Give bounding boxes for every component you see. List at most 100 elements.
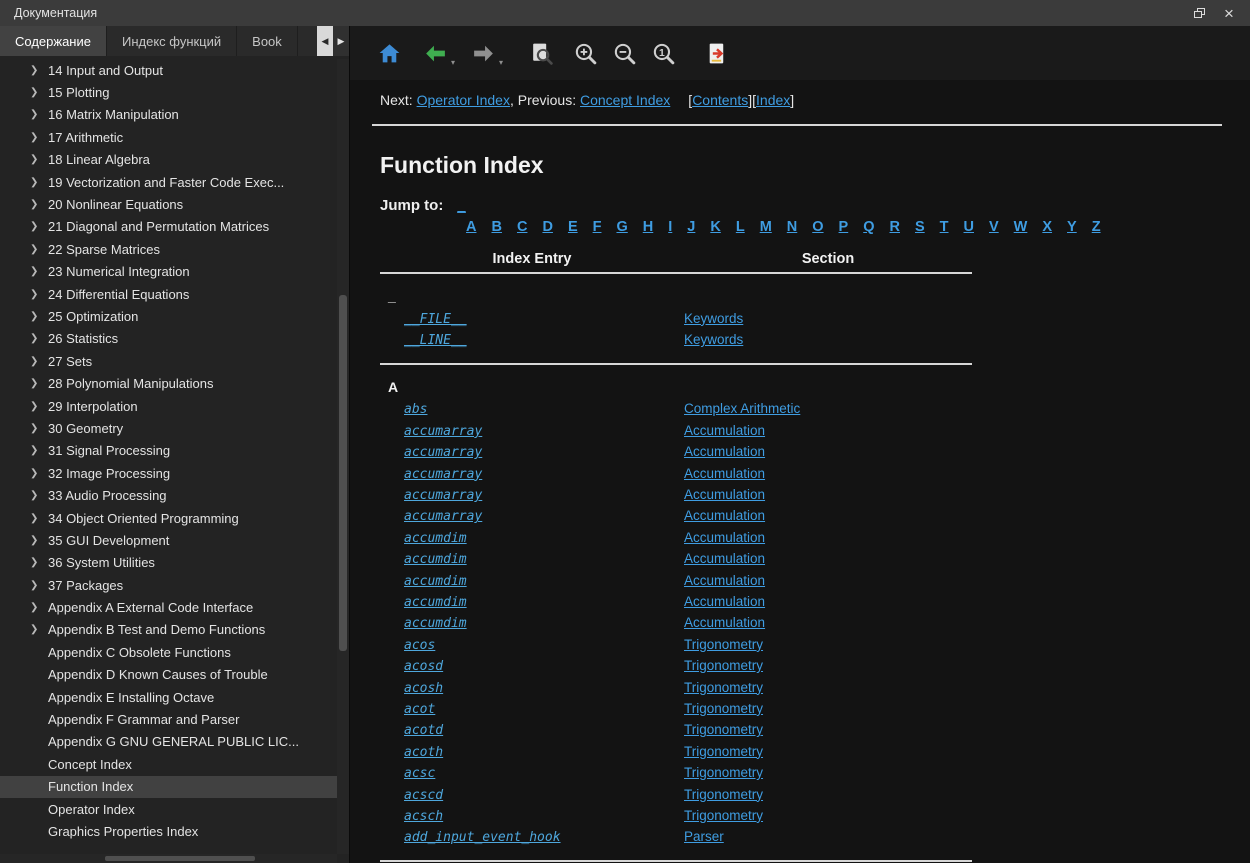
chevron-right-icon[interactable]: ❯ bbox=[30, 311, 48, 322]
function-link[interactable]: accumarray bbox=[404, 509, 482, 524]
forward-button[interactable]: ▾ bbox=[468, 38, 498, 68]
chevron-right-icon[interactable]: ❯ bbox=[30, 109, 48, 120]
section-link[interactable]: Trigonometry bbox=[684, 722, 763, 737]
sidebar-item[interactable]: ❯33 Audio Processing bbox=[0, 484, 338, 506]
sidebar-vertical-scrollbar[interactable] bbox=[337, 59, 349, 854]
sidebar-item[interactable]: ❯26 Statistics bbox=[0, 328, 338, 350]
jump-letter-link[interactable]: G bbox=[616, 219, 627, 235]
chevron-right-icon[interactable]: ❯ bbox=[30, 423, 48, 434]
section-link[interactable]: Accumulation bbox=[684, 487, 765, 502]
section-link[interactable]: Accumulation bbox=[684, 551, 765, 566]
function-link[interactable]: __FILE__ bbox=[404, 312, 467, 327]
previous-link[interactable]: Concept Index bbox=[580, 92, 670, 108]
jump-letter-link[interactable]: U bbox=[964, 219, 974, 235]
jump-letter-link[interactable]: O bbox=[812, 219, 823, 235]
chevron-right-icon[interactable]: ❯ bbox=[30, 221, 48, 232]
sidebar-item[interactable]: ❯23 Numerical Integration bbox=[0, 261, 338, 283]
jump-letter-link[interactable]: Q bbox=[863, 219, 874, 235]
section-link[interactable]: Accumulation bbox=[684, 530, 765, 545]
section-link[interactable]: Trigonometry bbox=[684, 808, 763, 823]
jump-letter-link[interactable]: D bbox=[542, 219, 552, 235]
tab-contents[interactable]: Содержание bbox=[0, 26, 107, 56]
chevron-right-icon[interactable]: ❯ bbox=[30, 87, 48, 98]
section-link[interactable]: Trigonometry bbox=[684, 637, 763, 652]
sidebar-item[interactable]: ❯14 Input and Output bbox=[0, 59, 338, 81]
sidebar-item[interactable]: Appendix F Grammar and Parser bbox=[0, 708, 338, 730]
sidebar-item[interactable]: ❯20 Nonlinear Equations bbox=[0, 193, 338, 215]
section-link[interactable]: Trigonometry bbox=[684, 658, 763, 673]
sidebar-item[interactable]: Operator Index bbox=[0, 798, 338, 820]
sidebar-item[interactable]: Appendix C Obsolete Functions bbox=[0, 641, 338, 663]
chevron-right-icon[interactable]: ❯ bbox=[30, 624, 48, 635]
function-link[interactable]: accumarray bbox=[404, 488, 482, 503]
section-link[interactable]: Trigonometry bbox=[684, 680, 763, 695]
jump-letter-link[interactable]: S bbox=[915, 219, 925, 235]
section-link[interactable]: Complex Arithmetic bbox=[684, 401, 800, 416]
jump-letter-link[interactable]: T bbox=[940, 219, 949, 235]
chevron-right-icon[interactable]: ❯ bbox=[30, 65, 48, 76]
function-link[interactable]: acoth bbox=[404, 745, 443, 760]
section-link[interactable]: Keywords bbox=[684, 311, 743, 326]
function-link[interactable]: acos bbox=[404, 638, 435, 653]
function-link[interactable]: abs bbox=[404, 402, 427, 417]
chevron-right-icon[interactable]: ❯ bbox=[30, 132, 48, 143]
home-button[interactable] bbox=[374, 38, 404, 68]
sidebar-item[interactable]: ❯24 Differential Equations bbox=[0, 283, 338, 305]
chevron-right-icon[interactable]: ❯ bbox=[30, 378, 48, 389]
chevron-right-icon[interactable]: ❯ bbox=[30, 356, 48, 367]
tab-function-index[interactable]: Индекс функций bbox=[107, 26, 237, 56]
function-link[interactable]: acosd bbox=[404, 659, 443, 674]
index-link[interactable]: Index bbox=[756, 92, 790, 108]
section-link[interactable]: Trigonometry bbox=[684, 787, 763, 802]
section-link[interactable]: Accumulation bbox=[684, 594, 765, 609]
jump-letter-link[interactable]: Y bbox=[1067, 219, 1077, 235]
sidebar-item[interactable]: ❯29 Interpolation bbox=[0, 395, 338, 417]
sidebar-item[interactable]: ❯17 Arithmetic bbox=[0, 126, 338, 148]
jump-letter-link[interactable]: V bbox=[989, 219, 999, 235]
function-link[interactable]: acscd bbox=[404, 788, 443, 803]
jump-letter-link[interactable]: C bbox=[517, 219, 527, 235]
tab-bookmarks[interactable]: Book bbox=[237, 26, 298, 56]
function-link[interactable]: accumdim bbox=[404, 552, 467, 567]
section-link[interactable]: Trigonometry bbox=[684, 765, 763, 780]
function-link[interactable]: accumarray bbox=[404, 445, 482, 460]
sidebar-item[interactable]: Appendix D Known Causes of Trouble bbox=[0, 664, 338, 686]
sidebar-item[interactable]: ❯36 System Utilities bbox=[0, 552, 338, 574]
sidebar-item[interactable]: ❯25 Optimization bbox=[0, 305, 338, 327]
zoom-in-button[interactable] bbox=[570, 38, 600, 68]
chevron-right-icon[interactable]: ❯ bbox=[30, 535, 48, 546]
vertical-scroll-thumb[interactable] bbox=[339, 295, 347, 651]
sidebar-item[interactable]: ❯Appendix B Test and Demo Functions bbox=[0, 619, 338, 641]
sidebar-item[interactable]: ❯19 Vectorization and Faster Code Exec..… bbox=[0, 171, 338, 193]
chevron-right-icon[interactable]: ❯ bbox=[30, 513, 48, 524]
find-button[interactable] bbox=[526, 38, 556, 68]
sidebar-item[interactable]: ❯28 Polynomial Manipulations bbox=[0, 372, 338, 394]
sidebar-item[interactable]: ❯31 Signal Processing bbox=[0, 440, 338, 462]
jump-letter-link[interactable]: J bbox=[687, 219, 695, 235]
chevron-right-icon[interactable]: ❯ bbox=[30, 445, 48, 456]
chevron-right-icon[interactable]: ❯ bbox=[30, 602, 48, 613]
section-link[interactable]: Accumulation bbox=[684, 444, 765, 459]
sidebar-item[interactable]: ❯32 Image Processing bbox=[0, 462, 338, 484]
sidebar-item[interactable]: Graphics Properties Index bbox=[0, 820, 338, 842]
sidebar-item[interactable]: ❯16 Matrix Manipulation bbox=[0, 104, 338, 126]
section-link[interactable]: Accumulation bbox=[684, 508, 765, 523]
section-link[interactable]: Keywords bbox=[684, 332, 743, 347]
chevron-right-icon[interactable]: ❯ bbox=[30, 154, 48, 165]
sidebar-item[interactable]: ❯Appendix A External Code Interface bbox=[0, 596, 338, 618]
jump-letter-link[interactable]: I bbox=[668, 219, 672, 235]
zoom-out-button[interactable] bbox=[609, 38, 639, 68]
jump-letter-link[interactable]: H bbox=[643, 219, 653, 235]
chevron-right-icon[interactable]: ❯ bbox=[30, 468, 48, 479]
tab-scroll-left-button[interactable]: ◀ bbox=[317, 26, 333, 56]
function-link[interactable]: acsch bbox=[404, 809, 443, 824]
function-link[interactable]: accumdim bbox=[404, 531, 467, 546]
function-link[interactable]: acsc bbox=[404, 766, 435, 781]
sidebar-item[interactable]: ❯18 Linear Algebra bbox=[0, 149, 338, 171]
function-link[interactable]: accumarray bbox=[404, 467, 482, 482]
sidebar-item[interactable]: ❯27 Sets bbox=[0, 350, 338, 372]
zoom-original-button[interactable]: 1 bbox=[648, 38, 678, 68]
contents-link[interactable]: Contents bbox=[692, 92, 748, 108]
function-link[interactable]: acotd bbox=[404, 723, 443, 738]
jump-letter-link[interactable]: L bbox=[736, 219, 745, 235]
